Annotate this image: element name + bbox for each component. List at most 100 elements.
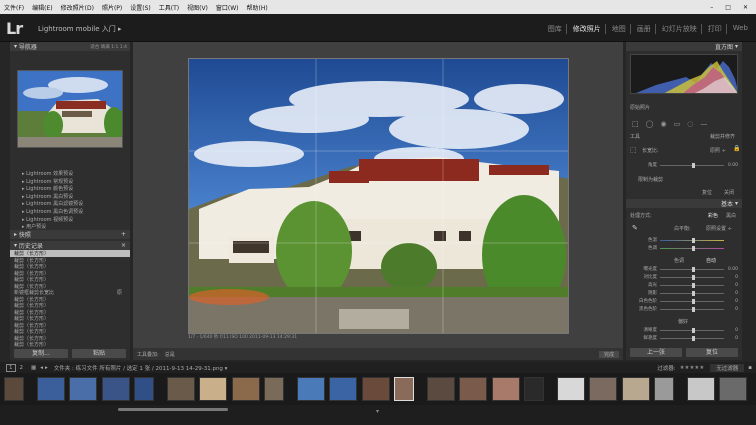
- red-eye-icon[interactable]: ◉: [660, 120, 666, 128]
- angle-slider[interactable]: 角度 0.00: [630, 162, 738, 168]
- crop-close-button[interactable]: 关闭: [724, 189, 734, 196]
- module-print[interactable]: 打印: [704, 24, 727, 34]
- preset-folder[interactable]: ▸ Lightroom 颜色预设: [10, 185, 130, 193]
- menu-window[interactable]: 窗口(W): [212, 3, 243, 12]
- adjust-slider[interactable]: 对比度 0: [630, 274, 738, 280]
- slider-track[interactable]: [660, 282, 724, 288]
- tint-knob[interactable]: [692, 245, 695, 251]
- slider-knob[interactable]: [692, 298, 695, 304]
- filmstrip-thumbnail[interactable]: [426, 377, 455, 401]
- filmstrip-thumbnail[interactable]: [719, 377, 747, 401]
- slider-track[interactable]: [660, 266, 724, 272]
- history-item[interactable]: 裁剪（长方形）: [10, 341, 130, 348]
- original-photo-toggle[interactable]: 原始照片: [630, 104, 650, 111]
- menu-tools[interactable]: 工具(T): [155, 3, 183, 12]
- filmstrip-thumbnail[interactable]: [556, 377, 585, 401]
- add-icon[interactable]: +: [121, 231, 130, 238]
- filmstrip-collapse-icon[interactable]: ▾: [376, 408, 379, 415]
- tool-overlay-select[interactable]: 总是: [165, 351, 175, 358]
- close-icon[interactable]: ✕: [739, 4, 752, 11]
- slider-track[interactable]: [660, 335, 724, 341]
- filmstrip-thumbnail[interactable]: [686, 377, 715, 401]
- adjust-slider[interactable]: 鲜艳度 0: [630, 335, 738, 341]
- adjust-slider[interactable]: 高光 0: [630, 282, 738, 288]
- wb-select[interactable]: 原照设置 ÷: [706, 225, 732, 232]
- preset-folder[interactable]: ▸ Lightroom 效果预设: [10, 170, 130, 178]
- slider-track[interactable]: [660, 298, 724, 304]
- slider-knob[interactable]: [692, 290, 695, 296]
- module-map[interactable]: 地图: [608, 24, 631, 34]
- done-button[interactable]: 完成: [598, 350, 619, 358]
- menu-develop[interactable]: 修改照片(D): [57, 3, 98, 12]
- menu-settings[interactable]: 设置(S): [126, 3, 155, 12]
- menu-edit[interactable]: 编辑(E): [28, 3, 56, 12]
- preset-folder[interactable]: ▸ Lightroom 黑白滤镜预设: [10, 200, 130, 208]
- filmstrip-thumbnail[interactable]: [394, 377, 414, 401]
- angle-knob[interactable]: [692, 162, 695, 168]
- module-book[interactable]: 画册: [633, 24, 656, 34]
- filmstrip-thumbnail[interactable]: [459, 377, 487, 401]
- slider-knob[interactable]: [692, 335, 695, 341]
- filmstrip-thumbnail[interactable]: [231, 377, 260, 401]
- spot-removal-icon[interactable]: ◯: [646, 120, 654, 128]
- photo-crop-canvas[interactable]: [188, 58, 569, 334]
- slider-track[interactable]: [660, 290, 724, 296]
- filmstrip-thumbnail[interactable]: [69, 377, 97, 401]
- filmstrip-thumbnail[interactable]: [296, 377, 325, 401]
- histogram[interactable]: [630, 54, 738, 94]
- treatment-color-option[interactable]: 彩色: [708, 212, 718, 219]
- slider-track[interactable]: [660, 306, 724, 312]
- grid-view-icon[interactable]: ▦: [31, 365, 36, 371]
- filmstrip-thumbnail[interactable]: [166, 377, 195, 401]
- filmstrip-thumbnail[interactable]: [589, 377, 617, 401]
- adjust-slider[interactable]: 黑色色阶 0: [630, 306, 738, 312]
- history-header[interactable]: ▾ 历史记录 ×: [10, 241, 130, 250]
- preset-folder[interactable]: ▸ Lightroom 黑白预设: [10, 193, 130, 201]
- slider-knob[interactable]: [692, 266, 695, 272]
- tint-slider[interactable]: 色调: [630, 245, 738, 251]
- filmstrip-thumbnail[interactable]: [36, 377, 65, 401]
- module-slideshow[interactable]: 幻灯片放映: [658, 24, 702, 34]
- crop-reset-button[interactable]: 复位: [702, 189, 712, 196]
- slider-knob[interactable]: [692, 282, 695, 288]
- filmstrip-thumbnail[interactable]: [524, 377, 544, 401]
- preset-folder[interactable]: ▸ Lightroom 黑白色调预设: [10, 208, 130, 216]
- page-one-button[interactable]: 1: [6, 363, 16, 372]
- filmstrip-thumbnail[interactable]: [101, 377, 130, 401]
- temp-slider[interactable]: 色温: [630, 237, 738, 243]
- slider-track[interactable]: [660, 274, 724, 280]
- filmstrip-thumbnail[interactable]: [199, 377, 227, 401]
- filter-lock-icon[interactable]: ▪: [748, 365, 752, 371]
- adjust-slider[interactable]: 白色色阶 0: [630, 298, 738, 304]
- temp-knob[interactable]: [692, 237, 695, 243]
- menu-file[interactable]: 文件(F): [0, 3, 28, 12]
- adjust-slider[interactable]: 清晰度 0: [630, 327, 738, 333]
- navigator-preview[interactable]: [17, 70, 123, 148]
- snapshots-header[interactable]: ▸ 快照 +: [10, 230, 130, 239]
- filmstrip-thumbnail[interactable]: [491, 377, 520, 401]
- filmstrip-thumbnail[interactable]: [134, 377, 154, 401]
- minimize-icon[interactable]: –: [706, 4, 717, 11]
- slider-knob[interactable]: [692, 274, 695, 280]
- navigator-zoom[interactable]: 适合 填满 1:1 1:4: [90, 44, 130, 50]
- module-develop[interactable]: 修改照片: [569, 24, 606, 34]
- tint-track[interactable]: [660, 245, 724, 251]
- module-library[interactable]: 图库: [544, 24, 567, 34]
- preset-folder[interactable]: ▸ Lightroom 视频预设: [10, 216, 130, 224]
- angle-track[interactable]: [660, 162, 724, 168]
- preset-folder[interactable]: ▸ Lightroom 常规预设: [10, 178, 130, 186]
- radial-filter-icon[interactable]: ◌: [687, 120, 693, 128]
- menu-view[interactable]: 视图(V): [183, 3, 212, 12]
- slider-track[interactable]: [660, 327, 724, 333]
- navigator-header[interactable]: ▾ 导航器 适合 填满 1:1 1:4: [10, 42, 130, 51]
- filmstrip-thumbnail[interactable]: [621, 377, 650, 401]
- reset-button[interactable]: 复位: [686, 348, 738, 357]
- slider-knob[interactable]: [692, 327, 695, 333]
- module-web[interactable]: Web: [729, 24, 752, 34]
- paste-button[interactable]: 粘贴: [72, 349, 126, 358]
- back-arrow-icon[interactable]: ◂: [40, 365, 43, 371]
- slider-knob[interactable]: [692, 306, 695, 312]
- aspect-select[interactable]: 原照 ÷: [710, 147, 726, 154]
- adjust-slider[interactable]: 曝光度 0.00: [630, 266, 738, 272]
- filmstrip-thumbnail[interactable]: [654, 377, 674, 401]
